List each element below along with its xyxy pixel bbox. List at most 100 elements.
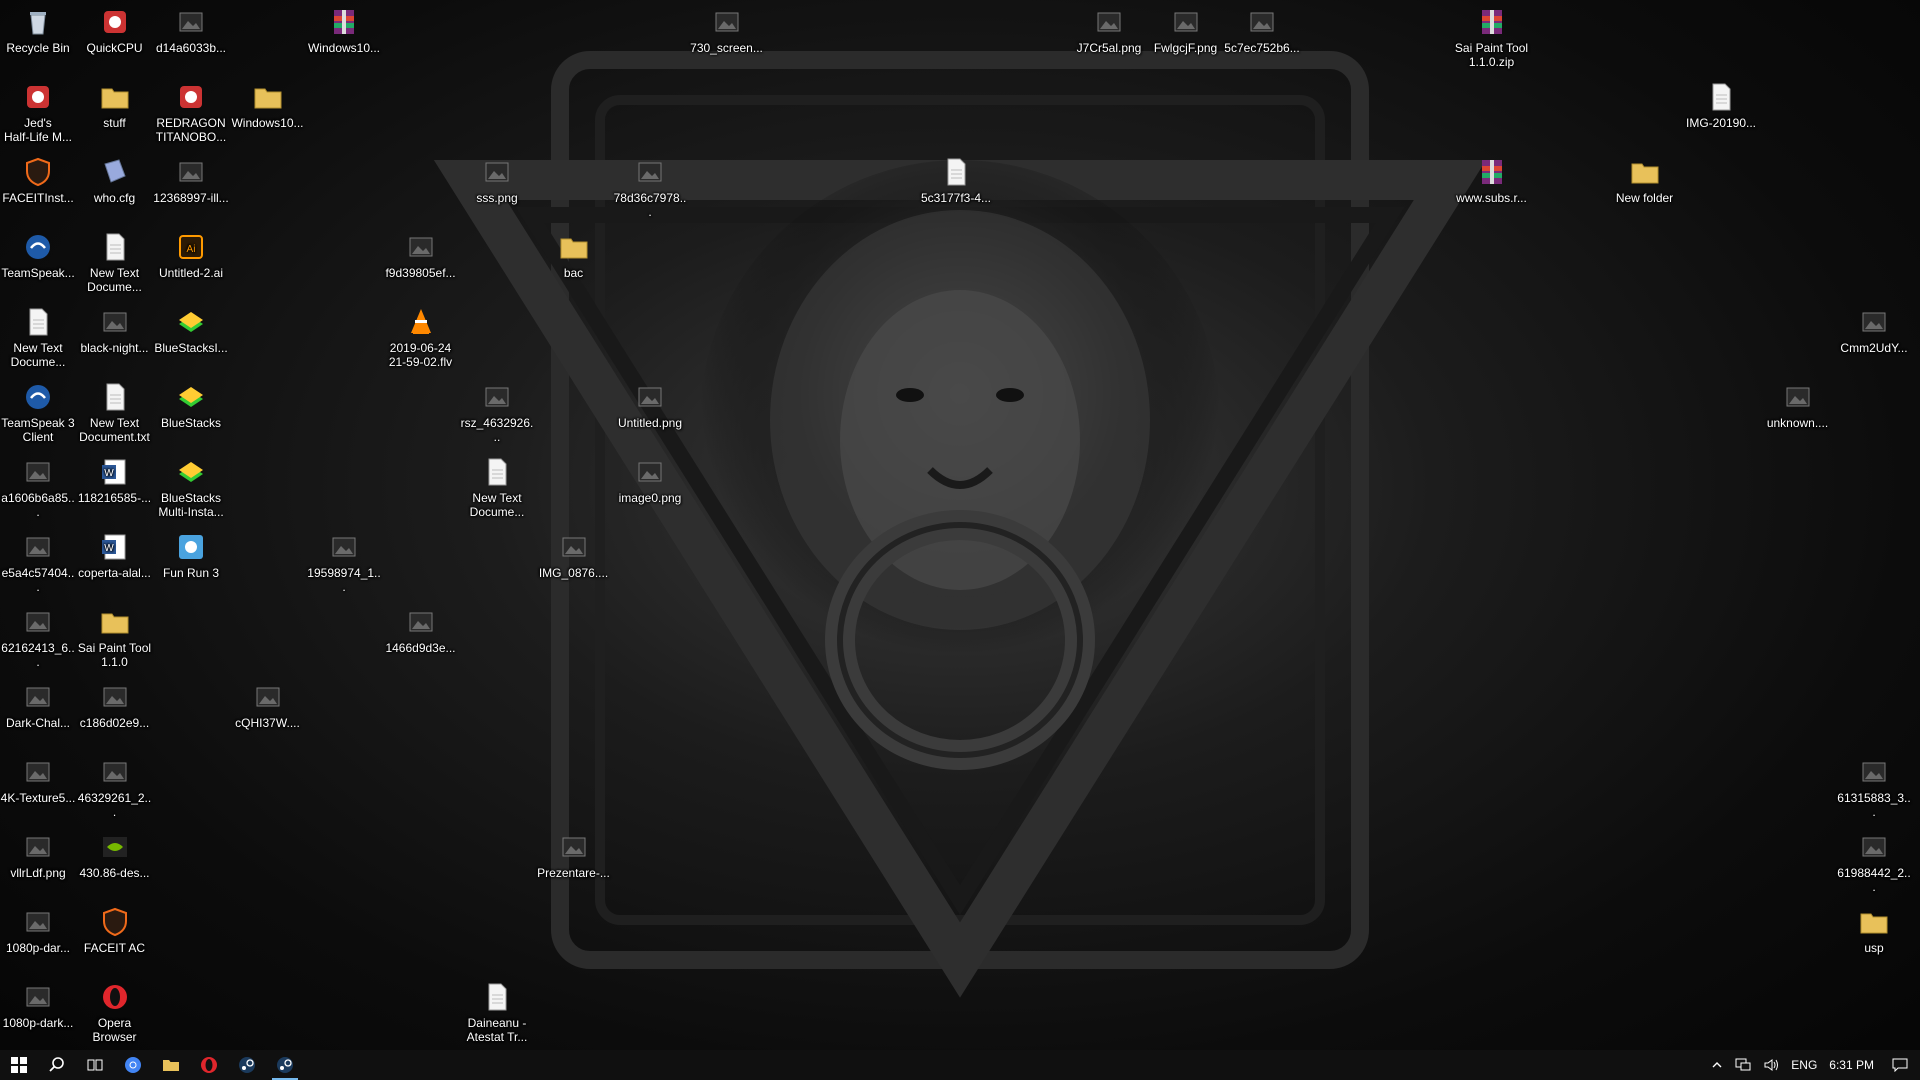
- desktop-icon[interactable]: FACEIT AC: [77, 906, 153, 955]
- desktop-icon[interactable]: New Text Docume...: [459, 456, 535, 519]
- desktop-icon[interactable]: BlueStacksI...: [153, 306, 229, 355]
- desktop-icon[interactable]: Sai Paint Tool 1.1.0: [77, 606, 153, 669]
- desktop-icon[interactable]: BlueStacks Multi-Insta...: [153, 456, 229, 519]
- desktop-icon[interactable]: unknown....: [1760, 381, 1836, 430]
- taskbar-steam-active-button[interactable]: [266, 1050, 304, 1080]
- image-file-icon: [22, 606, 54, 638]
- document-icon: [99, 231, 131, 263]
- desktop-icon[interactable]: f9d39805ef...: [383, 231, 459, 280]
- desktop-icon[interactable]: c186d02e9...: [77, 681, 153, 730]
- desktop-icon-label: IMG-20190...: [1685, 116, 1757, 130]
- desktop-icon[interactable]: Opera Browser: [77, 981, 153, 1044]
- opera-icon: [99, 981, 131, 1013]
- desktop-icon[interactable]: cQHI37W....: [230, 681, 306, 730]
- desktop-icon[interactable]: QuickCPU: [77, 6, 153, 55]
- desktop-icon[interactable]: IMG-20190...: [1683, 81, 1759, 130]
- desktop-icon[interactable]: Sai Paint Tool 1.1.0.zip: [1454, 6, 1530, 69]
- desktop-icon[interactable]: Prezentare-...: [536, 831, 612, 880]
- desktop-icon[interactable]: 2019-06-24 21-59-02.flv: [383, 306, 459, 369]
- document-icon: [22, 306, 54, 338]
- desktop-icon[interactable]: Fun Run 3: [153, 531, 229, 580]
- desktop-icon[interactable]: www.subs.r...: [1454, 156, 1530, 205]
- desktop-icon[interactable]: 78d36c7978...: [612, 156, 688, 219]
- desktop-icon[interactable]: 5c3177f3-4...: [918, 156, 994, 205]
- desktop-icon[interactable]: FACEITInst...: [0, 156, 76, 205]
- image-file-icon: [22, 531, 54, 563]
- tray-language[interactable]: ENG: [1785, 1050, 1823, 1080]
- notification-icon: [1892, 1058, 1908, 1072]
- desktop-icon[interactable]: a1606b6a85...: [0, 456, 76, 519]
- taskbar-opera-button[interactable]: [190, 1050, 228, 1080]
- desktop-icon[interactable]: Jed's Half-Life M...: [0, 81, 76, 144]
- desktop-icon[interactable]: New folder: [1607, 156, 1683, 205]
- desktop-icon[interactable]: Ai Untitled-2.ai: [153, 231, 229, 280]
- tray-clock[interactable]: 6:31 PM: [1823, 1050, 1880, 1080]
- desktop-icon[interactable]: 61988442_2...: [1836, 831, 1912, 894]
- desktop-icon[interactable]: 46329261_2...: [77, 756, 153, 819]
- desktop-icon[interactable]: image0.png: [612, 456, 688, 505]
- tray-volume[interactable]: [1757, 1050, 1785, 1080]
- desktop-icon[interactable]: W 118216585-...: [77, 456, 153, 505]
- desktop-icon[interactable]: 12368997-ill...: [153, 156, 229, 205]
- image-file-icon: [1093, 6, 1125, 38]
- tray-network[interactable]: [1729, 1050, 1757, 1080]
- desktop-icon[interactable]: REDRAGON TITANOBO...: [153, 81, 229, 144]
- desktop-icon[interactable]: 1080p-dark...: [0, 981, 76, 1030]
- desktop-icon[interactable]: 19598974_1...: [306, 531, 382, 594]
- start-button[interactable]: [0, 1050, 38, 1080]
- desktop-icon[interactable]: 62162413_6...: [0, 606, 76, 669]
- desktop-icon[interactable]: who.cfg: [77, 156, 153, 205]
- taskbar-steam-button[interactable]: [228, 1050, 266, 1080]
- image-file-icon: [1170, 6, 1202, 38]
- image-file-icon: [22, 756, 54, 788]
- tray-action-center[interactable]: [1880, 1050, 1920, 1080]
- desktop-icon[interactable]: rsz_4632926...: [459, 381, 535, 444]
- desktop-icon-label: IMG_0876....: [538, 566, 609, 580]
- desktop-icon[interactable]: e5a4c57404...: [0, 531, 76, 594]
- desktop-icon[interactable]: J7Cr5al.png: [1071, 6, 1147, 55]
- desktop-icon[interactable]: New Text Document.txt: [77, 381, 153, 444]
- recycle-bin-icon: [22, 6, 54, 38]
- taskbar-chrome-button[interactable]: [114, 1050, 152, 1080]
- desktop-icon[interactable]: Windows10...: [306, 6, 382, 55]
- desktop-icon-label: 12368997-ill...: [153, 191, 229, 205]
- desktop-icon[interactable]: black-night...: [77, 306, 153, 355]
- app-icon: [99, 6, 131, 38]
- desktop-icon[interactable]: Daineanu - Atestat Tr...: [459, 981, 535, 1044]
- desktop-icon[interactable]: usp: [1836, 906, 1912, 955]
- desktop-icon[interactable]: New Text Docume...: [0, 306, 76, 369]
- task-view-icon: [85, 1055, 105, 1075]
- desktop-icon[interactable]: vllrLdf.png: [0, 831, 76, 880]
- bluestacks-icon: [175, 381, 207, 413]
- desktop-icon[interactable]: 430.86-des...: [77, 831, 153, 880]
- desktop-icon[interactable]: FwlgcjF.png: [1148, 6, 1224, 55]
- image-file-icon: [22, 681, 54, 713]
- taskbar-file-explorer-button[interactable]: [152, 1050, 190, 1080]
- tray-overflow-chevron[interactable]: [1705, 1050, 1729, 1080]
- task-view-button[interactable]: [76, 1050, 114, 1080]
- desktop-icon[interactable]: 1466d9d3e...: [383, 606, 459, 655]
- desktop-icon[interactable]: 61315883_3...: [1836, 756, 1912, 819]
- desktop-icon[interactable]: bac: [536, 231, 612, 280]
- desktop-icon[interactable]: stuff: [77, 81, 153, 130]
- desktop-icon[interactable]: Windows10...: [230, 81, 306, 130]
- desktop-icon[interactable]: IMG_0876....: [536, 531, 612, 580]
- search-button[interactable]: [38, 1050, 76, 1080]
- desktop-icon[interactable]: Wcoperta-alal...: [77, 531, 153, 580]
- desktop-icon[interactable]: 5c7ec752b6...: [1224, 6, 1300, 55]
- desktop-icon[interactable]: 4K-Texture5...: [0, 756, 76, 805]
- desktop-icon[interactable]: d14a6033b...: [153, 6, 229, 55]
- desktop-icon[interactable]: New Text Docume...: [77, 231, 153, 294]
- desktop-icon[interactable]: 1080p-dar...: [0, 906, 76, 955]
- desktop-icon[interactable]: TeamSpeak...: [0, 231, 76, 280]
- desktop-icon[interactable]: BlueStacks: [153, 381, 229, 430]
- desktop-icon[interactable]: 730_screen...: [689, 6, 765, 55]
- desktop-icon[interactable]: Recycle Bin: [0, 6, 76, 55]
- desktop-icon[interactable]: Dark-Chal...: [0, 681, 76, 730]
- desktop-icon[interactable]: TeamSpeak 3 Client: [0, 381, 76, 444]
- desktop-icon[interactable]: sss.png: [459, 156, 535, 205]
- desktop-icon[interactable]: Untitled.png: [612, 381, 688, 430]
- config-file-icon: [99, 156, 131, 188]
- desktop-icon-label: c186d02e9...: [79, 716, 150, 730]
- desktop-icon[interactable]: Cmm2UdY...: [1836, 306, 1912, 355]
